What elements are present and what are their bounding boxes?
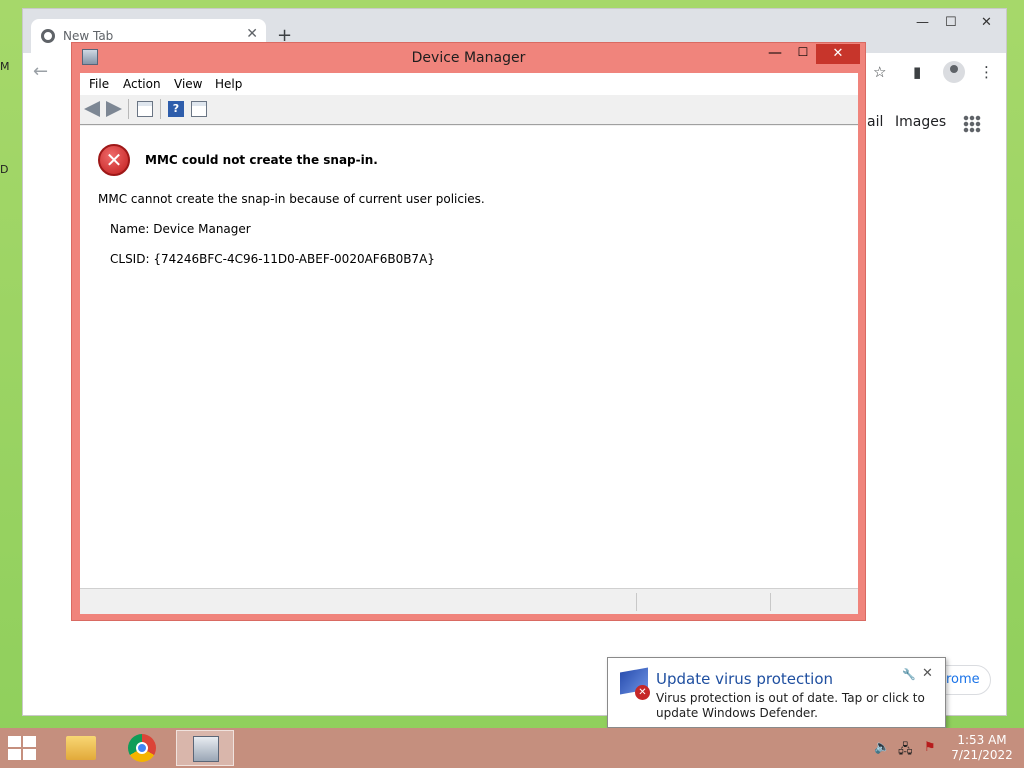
google-apps-grid-icon[interactable] [963, 115, 981, 133]
error-badge-icon: ✕ [635, 685, 650, 700]
notification-title: Update virus protection [656, 670, 834, 688]
clock[interactable]: 1:53 AM 7/21/2022 [950, 733, 1014, 763]
maximize-button[interactable]: ☐ [790, 45, 816, 65]
taskbar-file-explorer[interactable] [52, 730, 110, 766]
profile-avatar-icon[interactable] [943, 61, 965, 83]
snap-in-name: Name: Device Manager [110, 222, 251, 236]
close-button[interactable]: ✕ [981, 15, 992, 30]
notification-body: Virus protection is out of date. Tap or … [656, 691, 925, 720]
windows-logo-pane [8, 749, 21, 760]
error-title: MMC could not create the snap-in. [145, 153, 378, 167]
desktop-icon-label: M [0, 60, 10, 73]
tab-title: New Tab [63, 29, 114, 43]
device-manager-icon [193, 736, 219, 762]
gmail-link[interactable]: ail [867, 114, 883, 130]
chrome-favicon-icon [41, 29, 55, 43]
status-bar-divider [770, 593, 771, 611]
snap-in-clsid: CLSID: {74246BFC-4C96-11D0-ABEF-0020AF6B… [110, 252, 435, 266]
close-button[interactable]: ✕ [816, 44, 860, 64]
toolbar: ? [80, 95, 858, 125]
windows-logo-pane [23, 736, 36, 747]
customize-chrome-label: rome [946, 672, 980, 687]
side-panel-icon[interactable]: ▮ [913, 63, 921, 81]
back-arrow-icon[interactable] [84, 101, 100, 117]
clock-time: 1:53 AM [957, 733, 1007, 747]
show-console-tree-icon[interactable] [137, 101, 153, 117]
menu-help[interactable]: Help [215, 77, 242, 91]
back-arrow-icon[interactable]: ← [33, 61, 48, 82]
device-manager-window: Device Manager — ☐ ✕ File Action View He… [71, 42, 866, 621]
toolbar-separator [160, 99, 161, 119]
help-icon[interactable]: ? [168, 101, 184, 117]
title-bar[interactable]: Device Manager — ☐ ✕ [72, 43, 865, 73]
kebab-menu-icon[interactable]: ⋮ [979, 63, 994, 81]
settings-wrench-icon[interactable]: 🔧 [902, 668, 916, 681]
taskbar-chrome[interactable] [114, 730, 172, 766]
chrome-icon [128, 734, 156, 762]
taskbar: 🔈 🖧 ⚑ 1:53 AM 7/21/2022 [0, 728, 1024, 768]
close-icon[interactable]: ✕ [922, 666, 933, 681]
minimize-button[interactable]: — [916, 15, 929, 30]
menu-file[interactable]: File [89, 77, 109, 91]
window-client-area: File Action View Help ? ✕ MMC could not … [80, 73, 858, 614]
forward-arrow-icon[interactable] [106, 101, 122, 117]
maximize-button[interactable]: ☐ [945, 15, 957, 30]
error-icon: ✕ [98, 144, 130, 176]
desktop-icon-label: D [0, 163, 9, 176]
network-icon[interactable]: 🖧 [898, 740, 913, 762]
defender-notification[interactable]: ✕ Update virus protection Virus protecti… [607, 657, 946, 738]
images-link[interactable]: Images [895, 114, 946, 130]
menu-view[interactable]: View [174, 77, 202, 91]
file-explorer-icon [66, 736, 96, 760]
volume-muted-icon[interactable]: 🔈 [874, 740, 890, 755]
toolbar-separator [128, 99, 129, 119]
menu-action[interactable]: Action [123, 77, 161, 91]
status-bar-divider [636, 593, 637, 611]
error-message: MMC cannot create the snap-in because of… [98, 192, 485, 206]
taskbar-device-manager[interactable] [176, 730, 234, 766]
menu-bar: File Action View Help [80, 73, 858, 95]
content-pane: ✕ MMC could not create the snap-in. MMC … [80, 126, 858, 588]
minimize-button[interactable]: — [762, 45, 788, 65]
window-title: Device Manager [411, 50, 526, 66]
windows-logo-pane [23, 749, 36, 760]
defender-flag-icon: ✕ [620, 667, 650, 700]
action-center-flag-icon[interactable]: ⚑ [924, 740, 936, 755]
bookmark-star-icon[interactable]: ☆ [873, 63, 886, 81]
windows-logo-pane [8, 736, 21, 747]
show-action-pane-icon[interactable] [191, 101, 207, 117]
status-bar [80, 588, 858, 614]
start-button[interactable] [8, 736, 38, 760]
clock-date: 7/21/2022 [951, 748, 1013, 762]
tab-close-icon[interactable]: ✕ [246, 26, 258, 42]
